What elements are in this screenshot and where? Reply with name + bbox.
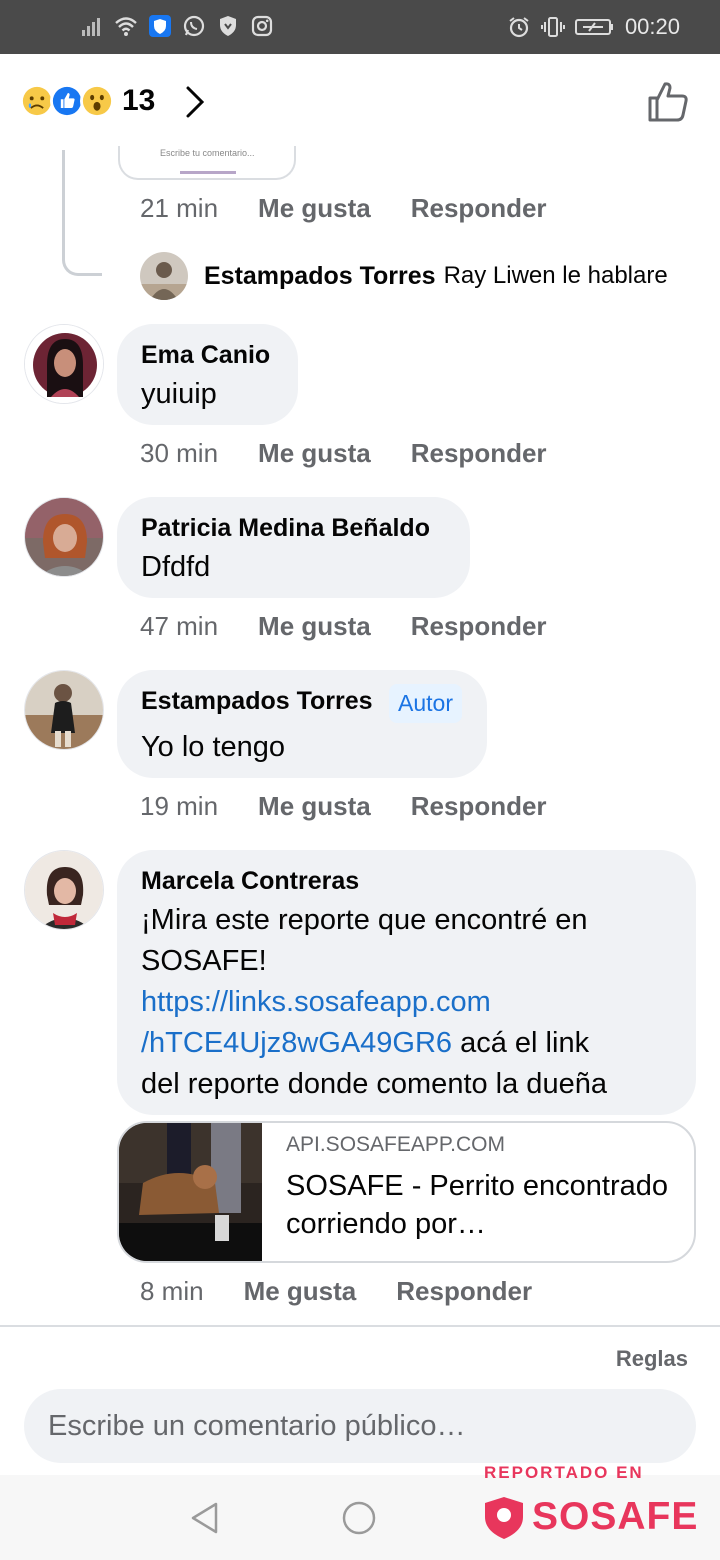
sosafe-link[interactable]: https://links.sosafeapp.com [141, 986, 491, 1018]
sosafe-shield-icon [485, 1497, 523, 1539]
link-preview-title: SOSAFE - Perrito encontrado corriendo po… [286, 1170, 668, 1240]
avatar[interactable] [24, 850, 104, 930]
link-preview-image [119, 1123, 262, 1261]
reply-button[interactable]: Responder [411, 193, 547, 224]
mini-input-text: Escribe tu comentario... [160, 148, 255, 158]
like-outline-icon[interactable] [644, 78, 692, 126]
comment-author[interactable]: Marcela Contreras [141, 867, 359, 896]
whatsapp-icon [183, 15, 205, 37]
comment-time[interactable]: 21 min [140, 193, 218, 224]
comment-actions: 19 min Me gusta Responder [140, 791, 547, 822]
comment-author[interactable]: Patricia Medina Beñaldo [141, 514, 430, 543]
reaction-count: 13 [122, 84, 156, 117]
shield-app-icon [149, 15, 171, 37]
comment-composer[interactable] [24, 1389, 696, 1463]
comment-time[interactable]: 8 min [140, 1276, 204, 1307]
comment-text: yuiuip [141, 378, 217, 410]
signal-icon [82, 18, 100, 36]
divider [0, 1325, 720, 1327]
thread-line [62, 150, 102, 276]
comment-text: Yo lo tengo [141, 731, 286, 763]
reactions-header: 13 [0, 54, 720, 150]
wow-reaction-icon [80, 84, 114, 118]
chevron-right-icon[interactable] [180, 84, 210, 120]
sad-reaction-icon [20, 84, 54, 118]
comment-link-line: https://links.sosafeapp.com [141, 982, 681, 1023]
sosafe-watermark: REPORTADO EN SOSAFE [482, 1463, 712, 1543]
vpn-shield-icon [220, 16, 236, 36]
comment-text-inline: acá el link [452, 1027, 590, 1059]
comment-text: ¡Mira este reporte que encontré en SOSAF… [141, 900, 681, 1105]
wifi-icon [115, 17, 137, 36]
clock: 00:20 [624, 14, 680, 39]
comment-time[interactable]: 19 min [140, 791, 218, 822]
comment-link-line: /hTCE4Ujz8wGA49GR6 acá el link [141, 1023, 681, 1064]
like-button[interactable]: Me gusta [258, 438, 371, 469]
comment-time[interactable]: 47 min [140, 611, 218, 642]
comment-text-line: ¡Mira este reporte que encontré en [141, 904, 588, 936]
avatar[interactable] [24, 670, 104, 750]
embedded-screenshot: Escribe tu comentario... [118, 146, 296, 180]
rules-link[interactable]: Reglas [616, 1346, 688, 1372]
reply-button[interactable]: Responder [411, 611, 547, 642]
like-reaction-icon [50, 84, 84, 118]
battery-icon [574, 19, 613, 35]
back-nav-icon[interactable] [188, 1501, 222, 1535]
avatar[interactable] [140, 252, 188, 300]
like-button[interactable]: Me gusta [258, 791, 371, 822]
reply-button[interactable]: Responder [411, 791, 547, 822]
comment-input[interactable] [48, 1389, 668, 1463]
like-button[interactable]: Me gusta [258, 193, 371, 224]
alarm-icon [509, 17, 529, 38]
reactions-summary[interactable]: 13 [20, 84, 155, 118]
comment-text-line: SOSAFE! [141, 945, 267, 977]
comment-actions: 21 min Me gusta Responder [140, 193, 547, 224]
reply-button[interactable]: Responder [411, 438, 547, 469]
link-preview-domain: API.SOSAFEAPP.COM [286, 1133, 506, 1156]
avatar[interactable] [24, 497, 104, 577]
comment-actions: 8 min Me gusta Responder [140, 1276, 532, 1307]
watermark-caption: REPORTADO EN [484, 1463, 644, 1482]
comment-text-line: del reporte donde comento la dueña [141, 1068, 607, 1100]
nested-reply[interactable]: Estampados Torres Ray Liwen le hablare [140, 252, 668, 300]
comment-actions: 47 min Me gusta Responder [140, 611, 547, 642]
vibrate-icon [540, 17, 565, 37]
comment-actions: 30 min Me gusta Responder [140, 438, 547, 469]
like-button[interactable]: Me gusta [244, 1276, 357, 1307]
comment-author[interactable]: Estampados Torres [141, 687, 373, 716]
comment-author[interactable]: Ema Canio [141, 341, 270, 370]
avatar[interactable] [24, 324, 104, 404]
comment-text: Dfdfd [141, 551, 211, 583]
nested-reply-text: Ray Liwen le hablare [443, 262, 668, 289]
home-nav-icon[interactable] [342, 1501, 376, 1535]
status-bar: 00:20 [0, 0, 720, 54]
sosafe-logo: SOSAFE [532, 1495, 699, 1538]
sosafe-link-path[interactable]: /hTCE4Ujz8wGA49GR6 [141, 1027, 452, 1059]
nested-reply-author[interactable]: Estampados Torres [204, 262, 436, 291]
like-button[interactable]: Me gusta [258, 611, 371, 642]
author-badge: Autor [389, 684, 462, 723]
instagram-icon [251, 15, 273, 37]
link-preview-card[interactable]: API.SOSAFEAPP.COM SOSAFE - Perrito encon… [117, 1121, 696, 1263]
reply-button[interactable]: Responder [396, 1276, 532, 1307]
comment-time[interactable]: 30 min [140, 438, 218, 469]
